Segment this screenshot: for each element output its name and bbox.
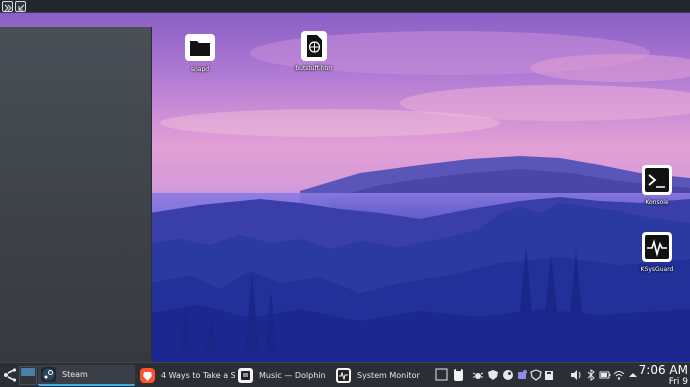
desktop-icon-label: Konsole [645, 199, 669, 206]
shield-icon[interactable] [487, 369, 499, 381]
system-monitor-icon [336, 368, 351, 383]
dolphin-icon [238, 368, 253, 383]
bug-icon[interactable] [472, 369, 484, 381]
steam-tray-icon[interactable] [502, 369, 514, 381]
teams-icon[interactable] [516, 369, 528, 381]
security-icon[interactable] [530, 369, 542, 381]
taskbar: Steam 4 Ways to Take a Scre... Music — D… [0, 362, 690, 387]
task-dolphin[interactable]: Music — Dolphin [235, 365, 330, 386]
steam-icon [41, 367, 56, 382]
task-label: System Monitor [357, 371, 420, 380]
expand-tray-icon[interactable] [627, 369, 639, 381]
clock-time: 7:06 AM [638, 363, 688, 377]
desktop: snapd butstuff.htm Konsole KSysGuard [0, 13, 690, 362]
folder-icon [184, 31, 216, 63]
pager-desktop[interactable] [21, 368, 35, 376]
system-monitor-icon [641, 231, 673, 263]
task-label: 4 Ways to Take a Scre... [161, 371, 235, 380]
restore-icon [18, 4, 25, 11]
restore-button[interactable] [15, 1, 26, 12]
desktop-icon-label: butstuff.htm [295, 65, 333, 72]
top-panel [0, 0, 690, 13]
task-brave[interactable]: 4 Ways to Take a Scre... [137, 365, 235, 386]
clock-date: Fri 9 [668, 377, 688, 387]
desktop-icon-ksysguard[interactable]: KSysGuard [627, 231, 687, 273]
battery-icon[interactable] [599, 369, 611, 381]
clipboard-icon[interactable] [452, 367, 465, 382]
task-label: Steam [62, 370, 88, 379]
show-desktop-icon[interactable] [435, 368, 448, 381]
disk-icon[interactable] [543, 369, 555, 381]
digital-clock[interactable]: 7:06 AM Fri 9 [639, 364, 688, 387]
terminal-icon [641, 164, 673, 196]
window-menu-button[interactable] [2, 1, 13, 12]
brave-icon [140, 368, 155, 383]
bluetooth-icon[interactable] [585, 369, 597, 381]
keep-above-icon [4, 4, 12, 12]
desktop-icon-snapd[interactable]: snapd [170, 31, 230, 73]
task-label: Music — Dolphin [259, 371, 326, 380]
desktop-icon-butstuff[interactable]: butstuff.htm [284, 30, 344, 72]
volume-icon[interactable] [570, 369, 582, 381]
floating-panel [0, 27, 152, 362]
task-system-monitor[interactable]: System Monitor [333, 365, 428, 386]
virtual-desktop-pager[interactable] [19, 366, 37, 385]
application-launcher-icon[interactable] [2, 367, 18, 383]
task-steam[interactable]: Steam [38, 365, 135, 386]
desktop-icon-label: KSysGuard [640, 266, 674, 273]
desktop-icon-konsole[interactable]: Konsole [627, 164, 687, 206]
desktop-icon-label: snapd [190, 66, 210, 73]
html-file-icon [298, 30, 330, 62]
wifi-icon[interactable] [613, 369, 625, 381]
